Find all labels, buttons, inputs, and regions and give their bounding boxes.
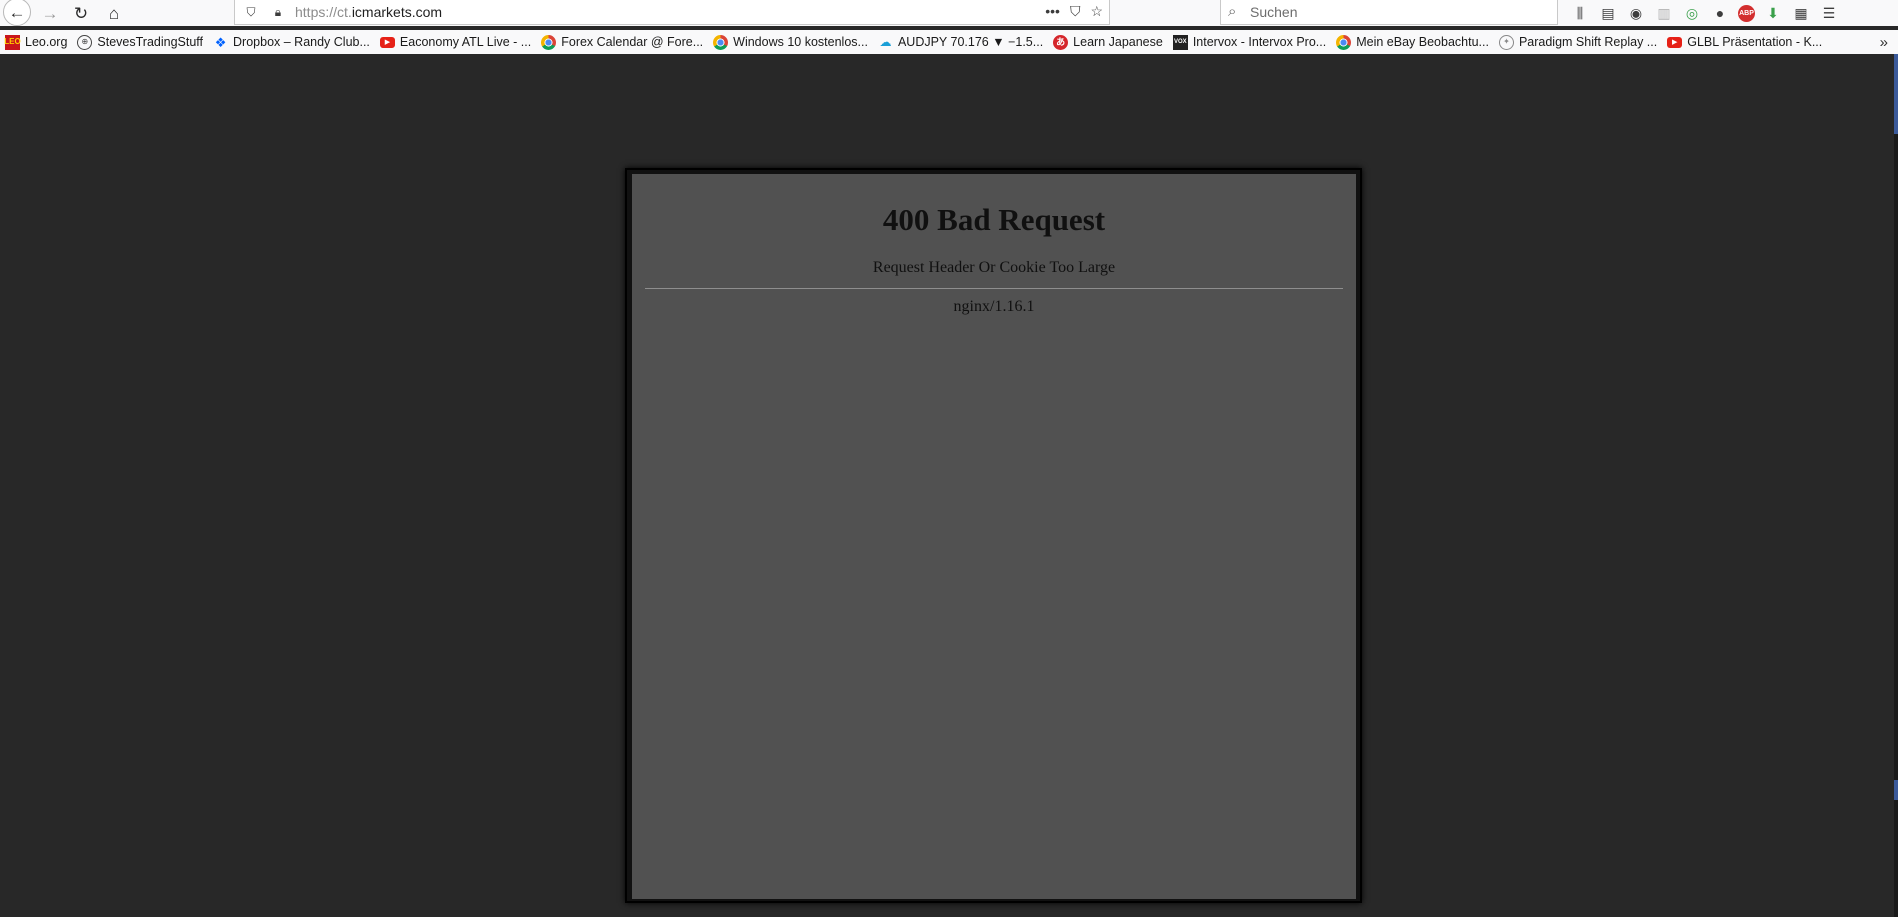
bookmark-label: AUDJPY 70.176 ▼ −1.5... <box>897 35 1044 49</box>
bookmark-item[interactable]: Forex Calendar @ Fore... <box>536 30 708 54</box>
account-icon[interactable]: ◉ <box>1626 3 1646 23</box>
globe-icon: ⊕ <box>77 34 93 50</box>
tracking-shield-icon[interactable]: ⛉ <box>243 4 259 20</box>
back-arrow-icon[interactable]: ← <box>3 0 31 26</box>
url-text[interactable]: https://ct.icmarkets.com <box>295 4 442 20</box>
dropbox-icon: ❖ <box>214 34 227 50</box>
cloud-icon: ☁ <box>879 35 892 49</box>
lock-icon[interactable]: 🔒︎ <box>270 4 286 20</box>
intervox-icon: VOX <box>1172 34 1188 50</box>
bookmark-label: StevesTradingStuff <box>97 35 204 49</box>
url-host: icmarkets.com <box>351 4 443 20</box>
bookmark-item[interactable]: VOX Intervox - Intervox Pro... <box>1168 30 1331 54</box>
bookmark-item[interactable]: Windows 10 kostenlos... <box>708 30 873 54</box>
reload-icon[interactable]: ↻ <box>68 1 94 25</box>
adblock-icon[interactable]: ABP <box>1738 4 1755 22</box>
bookmark-label: Forex Calendar @ Fore... <box>561 35 704 49</box>
forward-arrow-icon[interactable]: → <box>37 1 63 25</box>
pocket-icon[interactable]: ⛉ <box>1070 3 1081 20</box>
search-input[interactable]: ⌕ Suchen <box>1220 0 1558 25</box>
bookmark-item[interactable]: ✦ Paradigm Shift Replay ... <box>1494 30 1662 54</box>
bookmark-label: Dropbox – Randy Club... <box>233 35 370 49</box>
search-icon: ⌕ <box>1228 3 1237 20</box>
error-message: Request Header Or Cookie Too Large <box>872 259 1116 276</box>
youtube-icon: ▶ <box>1667 36 1683 48</box>
window-edge-accent <box>1894 780 1898 800</box>
sidebar-icon[interactable]: ▤ <box>1598 3 1618 23</box>
bookmark-label: Intervox - Intervox Pro... <box>1192 35 1327 49</box>
bookmark-item[interactable]: あ Learn Japanese <box>1048 30 1168 54</box>
bookmarks-overflow-icon[interactable]: » <box>1880 30 1888 54</box>
bookmark-label: Windows 10 kostenlos... <box>733 35 868 49</box>
bookmark-item[interactable]: ▶ GLBL Präsentation - K... <box>1662 30 1827 54</box>
extension-barcode-icon[interactable]: ▥ <box>1654 3 1674 23</box>
bookmark-label: GLBL Präsentation - K... <box>1687 35 1823 49</box>
extension-download-icon[interactable]: ⬇ <box>1763 3 1783 23</box>
bookmarks-bar: LEO Leo.org ⊕ StevesTradingStuff ❖ Dropbox – … <box>0 30 1898 54</box>
bookmark-item[interactable]: ❖ Dropbox – Randy Club... <box>208 30 375 54</box>
chrome-icon <box>1336 34 1352 50</box>
extension-ball-icon[interactable]: ● <box>1710 3 1730 23</box>
browser-toolbar: ← → ↻ ⌂ ⛉ 🔒︎ https://ct.icmarkets.com ••… <box>0 0 1898 26</box>
page-actions-icon[interactable]: ••• <box>1045 3 1060 20</box>
address-bar[interactable]: ⛉ 🔒︎ https://ct.icmarkets.com ••• ⛉ ☆ <box>234 0 1110 25</box>
server-signature: nginx/1.16.1 <box>953 298 1035 315</box>
bookmark-label: Mein eBay Beobachtu... <box>1356 35 1489 49</box>
bookmark-item[interactable]: LEO Leo.org <box>0 30 72 54</box>
extension-chrome-icon[interactable]: ◎ <box>1682 3 1702 23</box>
error-document: 400 Bad Request Request Header Or Cookie… <box>632 174 1356 899</box>
bookmark-label: Learn Japanese <box>1073 35 1163 49</box>
youtube-icon: ▶ <box>379 36 395 48</box>
bookmark-item[interactable]: ▶ Eaconomy ATL Live - ... <box>375 30 536 54</box>
chrome-icon <box>541 34 557 50</box>
search-placeholder: Suchen <box>1250 4 1298 20</box>
bookmark-item[interactable]: Mein eBay Beobachtu... <box>1331 30 1494 54</box>
menu-icon[interactable]: ☰ <box>1819 3 1839 23</box>
url-prefix: https://ct. <box>295 4 352 20</box>
extension-grid-icon[interactable]: ▦ <box>1791 3 1811 23</box>
home-icon[interactable]: ⌂ <box>101 1 127 25</box>
bookmark-star-icon[interactable]: ☆ <box>1090 3 1103 20</box>
leo-icon: LEO <box>4 34 21 50</box>
learn-japanese-icon: あ <box>1053 34 1069 50</box>
library-icon[interactable]: ⫼ <box>1570 3 1590 23</box>
window-edge-accent <box>1894 54 1898 134</box>
bookmark-item[interactable]: ⊕ StevesTradingStuff <box>72 30 208 54</box>
divider <box>645 288 1343 289</box>
bookmark-label: Paradigm Shift Replay ... <box>1518 35 1658 49</box>
mercedes-icon: ✦ <box>1498 34 1514 50</box>
bookmark-label: Leo.org <box>25 35 68 49</box>
bookmark-label: Eaconomy ATL Live - ... <box>399 35 532 49</box>
chrome-icon <box>713 34 729 50</box>
error-title: 400 Bad Request <box>882 202 1106 237</box>
bookmark-item[interactable]: ☁ AUDJPY 70.176 ▼ −1.5... <box>873 30 1048 54</box>
